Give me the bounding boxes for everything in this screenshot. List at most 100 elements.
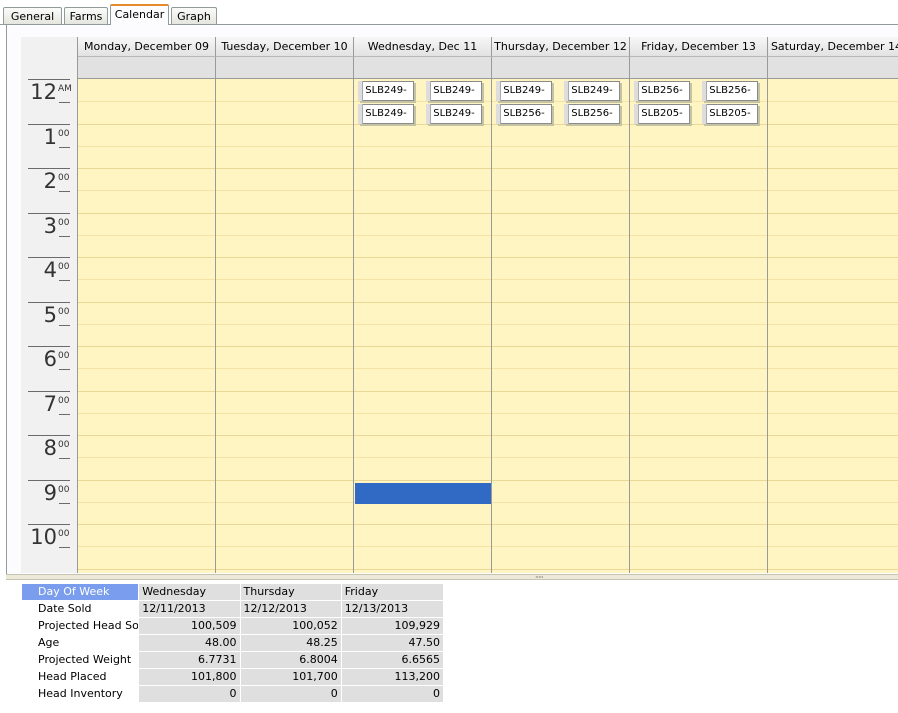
row-header-age[interactable]: Age bbox=[20, 634, 140, 652]
grid-cell[interactable]: 48.00 bbox=[138, 634, 241, 652]
day-header-thursday[interactable]: Thursday, December 12 bbox=[492, 37, 630, 57]
half-hour-tick bbox=[59, 236, 70, 237]
appointment[interactable]: SLB205- bbox=[702, 104, 758, 124]
half-hour-tick bbox=[59, 369, 70, 370]
grid-cell[interactable]: 6.8004 bbox=[239, 651, 342, 669]
day-column-tuesday[interactable] bbox=[216, 79, 354, 573]
appointment[interactable]: SLB249- bbox=[426, 81, 482, 101]
grid-cell[interactable]: Thursday bbox=[239, 583, 342, 601]
time-slot-line bbox=[630, 391, 767, 392]
grid-cell[interactable]: 0 bbox=[239, 685, 342, 703]
appointment[interactable]: SLB249- bbox=[564, 81, 620, 101]
time-slot-line bbox=[216, 569, 353, 570]
day-header-monday[interactable]: Monday, December 09 bbox=[78, 37, 216, 57]
appointment[interactable]: SLB205- bbox=[634, 104, 690, 124]
day-column-saturday[interactable] bbox=[768, 79, 898, 573]
table-row[interactable]: Projected Head Sold 100,509 100,052 109,… bbox=[20, 617, 445, 635]
grid-cell[interactable]: 100,509 bbox=[138, 617, 241, 635]
time-slot-line bbox=[78, 124, 215, 125]
table-row[interactable]: Age 48.00 48.25 47.50 bbox=[20, 634, 445, 652]
table-row[interactable]: Head Inventory 0 0 0 bbox=[20, 685, 445, 703]
half-hour-tick bbox=[59, 414, 70, 415]
grid-cell[interactable]: 12/12/2013 bbox=[239, 600, 342, 618]
all-day-area-thursday[interactable] bbox=[492, 57, 630, 79]
time-slot-line bbox=[78, 235, 215, 236]
table-row[interactable]: Projected Weight 6.7731 6.8004 6.6565 bbox=[20, 651, 445, 669]
row-header-date-sold[interactable]: Date Sold bbox=[20, 600, 140, 618]
row-header-day-of-week[interactable]: Day Of Week bbox=[20, 583, 140, 601]
time-slot-line bbox=[630, 524, 767, 525]
grid-cell[interactable]: 101,700 bbox=[239, 668, 342, 686]
time-slot-line bbox=[216, 302, 353, 303]
appointment[interactable]: SLB256- bbox=[702, 81, 758, 101]
day-column-friday[interactable]: SLB256- SLB256- SLB205- SLB205- bbox=[630, 79, 768, 573]
grid-cell[interactable]: 0 bbox=[340, 685, 445, 703]
grid-cell[interactable]: 6.6565 bbox=[340, 651, 445, 669]
grid-cell[interactable]: 6.7731 bbox=[138, 651, 241, 669]
all-day-area-saturday[interactable] bbox=[768, 57, 898, 79]
time-slot-line bbox=[216, 190, 353, 191]
time-slot-line bbox=[354, 302, 491, 303]
grid-cell[interactable]: 0 bbox=[138, 685, 241, 703]
appointment[interactable]: SLB249- bbox=[358, 81, 414, 101]
day-header-saturday[interactable]: Saturday, December 14 bbox=[768, 37, 898, 57]
grid-cell[interactable]: Friday bbox=[340, 583, 445, 601]
hour-suffix: 00 bbox=[58, 129, 70, 139]
time-slot-selection[interactable] bbox=[355, 483, 491, 504]
appointment[interactable]: SLB256- bbox=[496, 104, 552, 124]
all-day-area-tuesday[interactable] bbox=[216, 57, 354, 79]
appointment[interactable]: SLB249- bbox=[358, 104, 414, 124]
half-hour-tick bbox=[59, 102, 70, 103]
all-day-area-wednesday[interactable] bbox=[354, 57, 492, 79]
day-header-wednesday[interactable]: Wednesday, Dec 11 bbox=[354, 37, 492, 57]
table-row[interactable]: Date Sold 12/11/2013 12/12/2013 12/13/20… bbox=[20, 600, 445, 618]
grid-cell[interactable]: 109,929 bbox=[340, 617, 445, 635]
time-slot-line bbox=[768, 391, 898, 392]
time-slot-line bbox=[78, 391, 215, 392]
appointment[interactable]: SLB249- bbox=[496, 81, 552, 101]
all-day-area-friday[interactable] bbox=[630, 57, 768, 79]
splitter-grip-icon[interactable]: ····· bbox=[535, 574, 544, 582]
time-slot-line bbox=[630, 257, 767, 258]
appointment[interactable]: SLB256- bbox=[564, 104, 620, 124]
row-header-projected-weight[interactable]: Projected Weight bbox=[20, 651, 140, 669]
tab-calendar[interactable]: Calendar bbox=[110, 4, 169, 25]
tab-general[interactable]: General bbox=[3, 7, 62, 24]
time-slot-line bbox=[630, 324, 767, 325]
day-header-friday[interactable]: Friday, December 13 bbox=[630, 37, 768, 57]
all-day-area-monday[interactable] bbox=[78, 57, 216, 79]
day-column-wednesday[interactable]: SLB249- SLB249- SLB249- SLB249- bbox=[354, 79, 492, 573]
row-header-head-inventory[interactable]: Head Inventory bbox=[20, 685, 140, 703]
time-slot-line bbox=[630, 213, 767, 214]
table-row[interactable]: Day Of Week Wednesday Thursday Friday bbox=[20, 583, 445, 601]
grid-cell[interactable]: 48.25 bbox=[239, 634, 342, 652]
time-slot-line bbox=[492, 346, 629, 347]
day-header-tuesday[interactable]: Tuesday, December 10 bbox=[216, 37, 354, 57]
time-slot-line bbox=[216, 257, 353, 258]
row-header-projected-head-sold[interactable]: Projected Head Sold bbox=[20, 617, 140, 635]
grid-cell[interactable]: 101,800 bbox=[138, 668, 241, 686]
calendar-view[interactable]: Monday, December 09 Tuesday, December 10… bbox=[21, 37, 898, 573]
time-slot-line bbox=[492, 101, 629, 102]
panel-splitter[interactable]: ····· bbox=[6, 574, 898, 582]
grid-cell[interactable]: Wednesday bbox=[138, 583, 241, 601]
time-slot-line bbox=[216, 457, 353, 458]
grid-cell[interactable]: 47.50 bbox=[340, 634, 445, 652]
time-slot-line bbox=[78, 524, 215, 525]
time-slot-line bbox=[354, 213, 491, 214]
day-column-monday[interactable] bbox=[78, 79, 216, 573]
tab-farms[interactable]: Farms bbox=[64, 7, 108, 24]
grid-cell[interactable]: 100,052 bbox=[239, 617, 342, 635]
hour-label: 6 00 bbox=[21, 346, 78, 391]
appointment[interactable]: SLB256- bbox=[634, 81, 690, 101]
time-slot-line bbox=[768, 124, 898, 125]
grid-cell[interactable]: 12/13/2013 bbox=[340, 600, 445, 618]
day-column-thursday[interactable]: SLB249- SLB249- SLB256- SLB256- bbox=[492, 79, 630, 573]
calendar-panel: Monday, December 09 Tuesday, December 10… bbox=[6, 25, 898, 580]
tab-graph[interactable]: Graph bbox=[171, 7, 217, 24]
grid-cell[interactable]: 12/11/2013 bbox=[138, 600, 241, 618]
table-row[interactable]: Head Placed 101,800 101,700 113,200 bbox=[20, 668, 445, 686]
grid-cell[interactable]: 113,200 bbox=[340, 668, 445, 686]
row-header-head-placed[interactable]: Head Placed bbox=[20, 668, 140, 686]
appointment[interactable]: SLB249- bbox=[426, 104, 482, 124]
